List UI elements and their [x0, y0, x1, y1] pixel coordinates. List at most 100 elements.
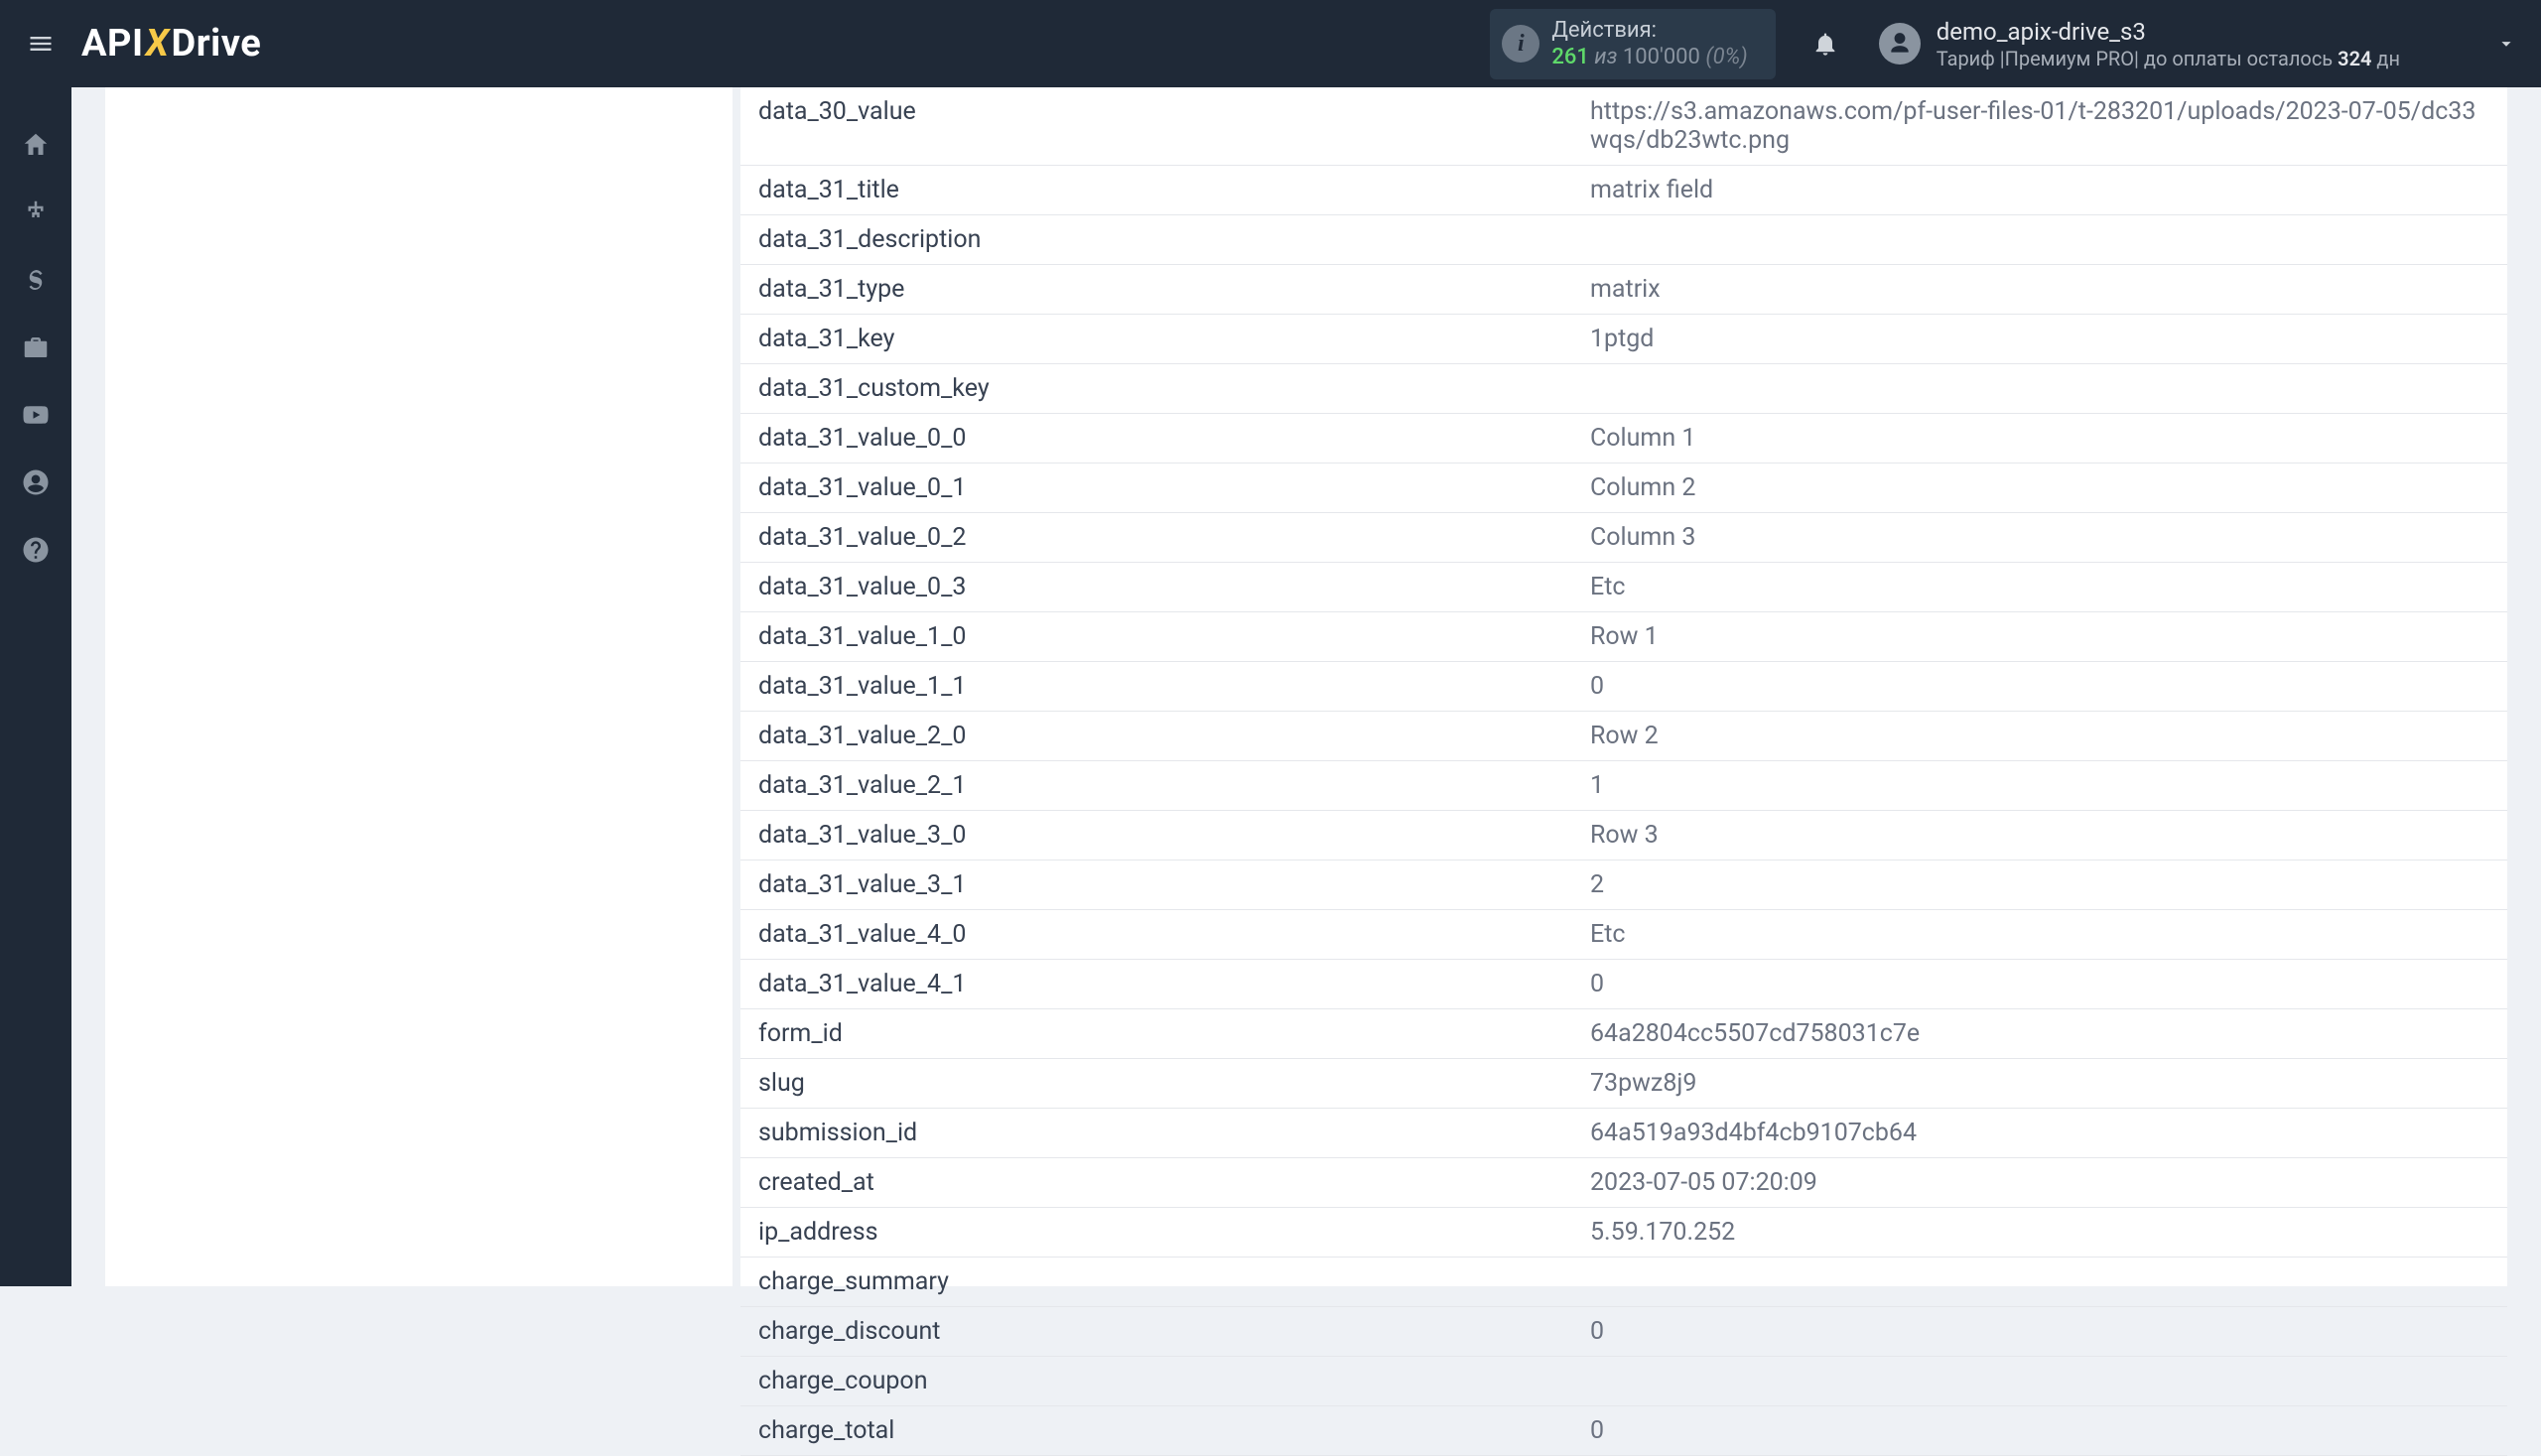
row-key: submission_id — [740, 1109, 1572, 1158]
logo-part-api: API — [81, 22, 144, 66]
table-row: data_31_value_4_0Etc — [740, 910, 2507, 960]
row-key: data_31_value_0_1 — [740, 463, 1572, 513]
tariff-name: Премиум PRO — [2005, 47, 2134, 70]
actions-current: 261 — [1551, 45, 1589, 69]
row-key: slug — [740, 1059, 1572, 1109]
table-row: charge_discount0 — [740, 1307, 2507, 1357]
row-key: data_31_value_1_1 — [740, 662, 1572, 712]
row-key: created_at — [740, 1158, 1572, 1208]
row-key: charge_discount — [740, 1307, 1572, 1357]
row-value: 0 — [1572, 662, 2507, 712]
row-value — [1572, 215, 2507, 265]
panel-right: data_30_valuehttps://s3.amazonaws.com/pf… — [740, 87, 2507, 1286]
user-circle-icon — [21, 467, 51, 497]
row-value: https://s3.amazonaws.com/pf-user-files-0… — [1572, 87, 2507, 166]
row-value: Etc — [1572, 563, 2507, 612]
row-value: matrix field — [1572, 166, 2507, 215]
table-row: data_31_value_3_12 — [740, 860, 2507, 910]
tariff-line: Тариф |Премиум PRO| до оплаты осталось 3… — [1937, 47, 2400, 71]
row-value: 64a2804cc5507cd758031c7e — [1572, 1009, 2507, 1059]
notifications-icon[interactable] — [1811, 30, 1839, 58]
row-key: data_31_value_4_1 — [740, 960, 1572, 1009]
row-key: ip_address — [740, 1208, 1572, 1257]
actions-total: 100'000 — [1623, 45, 1700, 69]
tariff-prefix: Тариф | — [1937, 47, 2005, 70]
sidebar-item-home[interactable] — [0, 111, 71, 179]
row-value — [1572, 1357, 2507, 1406]
actions-iz: из — [1594, 45, 1617, 69]
logo[interactable]: APIXDrive — [81, 22, 261, 66]
table-row: data_31_value_2_0Row 2 — [740, 712, 2507, 761]
sidebar-item-integrations[interactable] — [0, 179, 71, 246]
actions-counter[interactable]: i Действия: 261 из 100'000 (0%) — [1490, 9, 1775, 79]
table-row: charge_total0 — [740, 1406, 2507, 1456]
table-row: data_31_value_0_1Column 2 — [740, 463, 2507, 513]
row-value: Row 3 — [1572, 811, 2507, 860]
table-row: data_31_description — [740, 215, 2507, 265]
row-key: data_31_type — [740, 265, 1572, 315]
row-value: 5.59.170.252 — [1572, 1208, 2507, 1257]
table-row: data_31_value_3_0Row 3 — [740, 811, 2507, 860]
avatar — [1879, 23, 1921, 65]
row-key: data_31_description — [740, 215, 1572, 265]
dollar-icon — [21, 265, 51, 295]
table-row: data_31_value_4_10 — [740, 960, 2507, 1009]
hamburger-icon — [27, 30, 55, 58]
info-icon: i — [1502, 25, 1539, 63]
sidebar — [0, 87, 71, 1286]
sidebar-item-billing[interactable] — [0, 246, 71, 314]
row-key: data_31_value_0_0 — [740, 414, 1572, 463]
row-value: 2023-07-05 07:20:09 — [1572, 1158, 2507, 1208]
data-table: data_30_valuehttps://s3.amazonaws.com/pf… — [740, 87, 2507, 1456]
row-key: form_id — [740, 1009, 1572, 1059]
sidebar-item-youtube[interactable] — [0, 381, 71, 449]
row-value: matrix — [1572, 265, 2507, 315]
row-key: data_31_value_3_1 — [740, 860, 1572, 910]
row-value — [1572, 364, 2507, 414]
youtube-icon — [21, 400, 51, 430]
table-row: data_31_typematrix — [740, 265, 2507, 315]
table-row: form_id64a2804cc5507cd758031c7e — [740, 1009, 2507, 1059]
row-key: charge_summary — [740, 1257, 1572, 1307]
actions-pct: (0%) — [1705, 45, 1747, 69]
user-icon — [1887, 31, 1913, 57]
home-icon — [21, 130, 51, 160]
row-value: Column 3 — [1572, 513, 2507, 563]
row-key: data_31_value_2_0 — [740, 712, 1572, 761]
table-row: data_31_value_0_0Column 1 — [740, 414, 2507, 463]
sidebar-item-help[interactable] — [0, 516, 71, 584]
sidebar-item-account[interactable] — [0, 449, 71, 516]
table-row: data_31_key1ptgd — [740, 315, 2507, 364]
table-row: charge_coupon — [740, 1357, 2507, 1406]
row-value: 73pwz8j9 — [1572, 1059, 2507, 1109]
row-key: data_31_value_0_3 — [740, 563, 1572, 612]
row-key: data_31_value_2_1 — [740, 761, 1572, 811]
table-row: ip_address5.59.170.252 — [740, 1208, 2507, 1257]
user-name: demo_apix-drive_s3 — [1937, 17, 2400, 47]
table-row: data_30_valuehttps://s3.amazonaws.com/pf… — [740, 87, 2507, 166]
row-value — [1572, 1257, 2507, 1307]
row-value: 0 — [1572, 960, 2507, 1009]
sitemap-icon — [21, 198, 51, 227]
row-value: Row 1 — [1572, 612, 2507, 662]
table-row: data_31_titlematrix field — [740, 166, 2507, 215]
table-row: data_31_value_2_11 — [740, 761, 2507, 811]
tariff-mid: | до оплаты осталось — [2134, 47, 2338, 70]
row-value: Row 2 — [1572, 712, 2507, 761]
actions-title: Действия: — [1551, 17, 1747, 45]
row-key: data_31_value_1_0 — [740, 612, 1572, 662]
actions-stats: 261 из 100'000 (0%) — [1551, 44, 1747, 71]
table-row: charge_summary — [740, 1257, 2507, 1307]
row-value: Column 2 — [1572, 463, 2507, 513]
user-menu[interactable]: demo_apix-drive_s3 Тариф |Премиум PRO| д… — [1879, 17, 2517, 71]
menu-toggle[interactable] — [24, 27, 58, 61]
row-key: data_31_value_0_2 — [740, 513, 1572, 563]
row-key: charge_total — [740, 1406, 1572, 1456]
sidebar-item-services[interactable] — [0, 314, 71, 381]
table-row: data_31_value_1_10 — [740, 662, 2507, 712]
row-value: 0 — [1572, 1307, 2507, 1357]
row-key: charge_coupon — [740, 1357, 1572, 1406]
table-row: created_at2023-07-05 07:20:09 — [740, 1158, 2507, 1208]
topbar: APIXDrive i Действия: 261 из 100'000 (0%… — [0, 0, 2541, 87]
help-icon — [21, 535, 51, 565]
